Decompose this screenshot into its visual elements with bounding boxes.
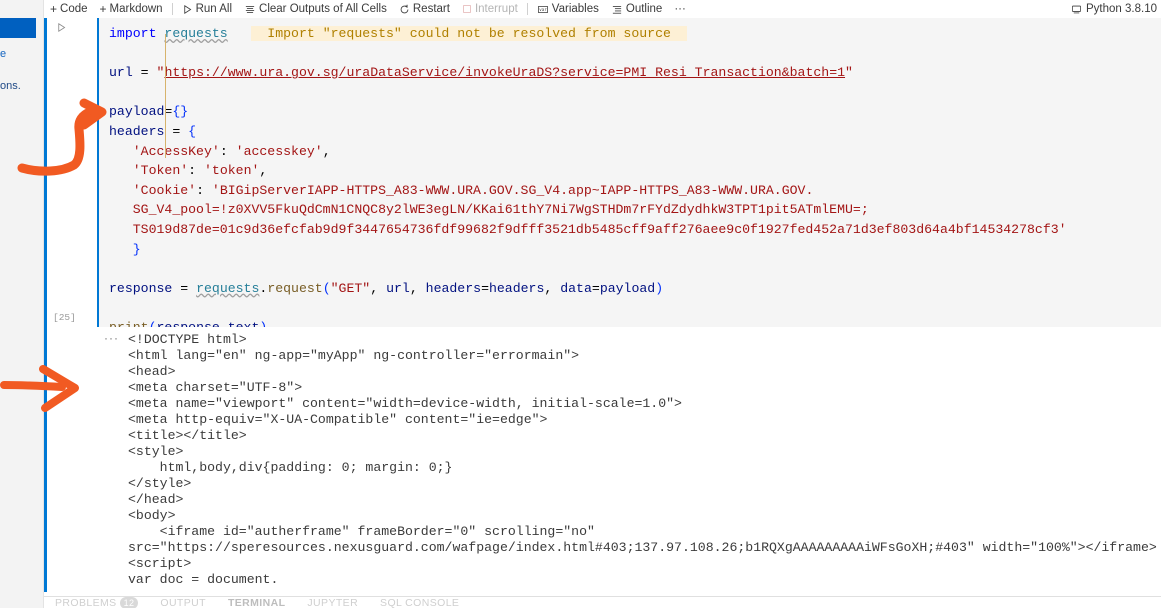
explorer-text-line-2: ons. (0, 80, 21, 92)
toolbar-outline-button[interactable]: Outline (605, 0, 668, 18)
toolbar-interrupt-button[interactable]: Interrupt (456, 0, 524, 18)
toolbar-clear-outputs-button[interactable]: Clear Outputs of All Cells (238, 0, 393, 18)
toolbar-interrupt-label: Interrupt (474, 3, 518, 15)
cell-output-area: ··· <!DOCTYPE html> <html lang="en" ng-a… (44, 327, 1161, 592)
kernel-selector[interactable]: Python 3.8.10 (1067, 3, 1161, 15)
toolbar-variables-button[interactable]: var Variables (531, 0, 605, 18)
toolbar-run-all-label: Run All (195, 3, 233, 15)
explorer-selected-item[interactable] (0, 18, 36, 38)
vscode-notebook-window: e ons. + Code + Markdown Run All Clear O… (0, 0, 1161, 608)
notebook-body: [25] import requests Import "requests" c… (44, 18, 1161, 608)
toolbar-restart-label: Restart (412, 3, 450, 15)
cell-output-text: <!DOCTYPE html> <html lang="en" ng-app="… (128, 332, 1157, 587)
panel-tab-terminal-label: TERMINAL (227, 597, 286, 608)
toolbar-add-markdown-button[interactable]: + Markdown (94, 0, 169, 18)
kernel-label: Python 3.8.10 (1086, 3, 1157, 15)
clear-icon (244, 4, 256, 15)
cell-source-code[interactable]: import requests Import "requests" could … (99, 24, 1161, 338)
toolbar-run-all-button[interactable]: Run All (176, 0, 238, 18)
panel-tab-sql-console-label: SQL CONSOLE (380, 597, 460, 608)
toolbar-add-markdown-label: Markdown (109, 3, 163, 15)
panel-tab-problems[interactable]: PROBLEMS 12 (44, 597, 149, 608)
kernel-icon (1071, 4, 1082, 15)
ellipsis-icon: ··· (674, 3, 686, 15)
run-cell-button[interactable] (53, 19, 69, 35)
notebook-toolbar: + Code + Markdown Run All Clear Outputs … (44, 0, 1161, 18)
panel-tab-jupyter[interactable]: JUPYTER (296, 597, 369, 608)
cell-gutter: [25] (47, 18, 84, 327)
svg-text:var: var (539, 7, 547, 12)
panel-tab-output[interactable]: OUTPUT (149, 597, 217, 608)
plus-icon: + (50, 2, 58, 16)
toolbar-restart-button[interactable]: Restart (393, 0, 456, 18)
play-icon (182, 4, 193, 15)
toolbar-divider (526, 3, 528, 15)
panel-tab-output-label: OUTPUT (160, 597, 206, 608)
plus-icon: + (99, 2, 107, 16)
notebook-code-cell[interactable]: [25] import requests Import "requests" c… (44, 18, 1161, 363)
toolbar-add-code-label: Code (60, 3, 88, 15)
left-explorer-strip: e ons. (0, 0, 44, 608)
cell-editor[interactable]: import requests Import "requests" could … (97, 18, 1161, 344)
bracket-guide (165, 34, 166, 158)
toolbar-variables-label: Variables (551, 3, 599, 15)
stop-icon (462, 4, 472, 14)
toolbar-outline-label: Outline (625, 3, 663, 15)
toolbar-clear-outputs-label: Clear Outputs of All Cells (259, 3, 387, 15)
output-more-actions-icon[interactable]: ··· (104, 331, 119, 345)
toolbar-add-code-button[interactable]: + Code (44, 0, 94, 18)
problems-count-badge: 12 (119, 597, 139, 608)
restart-icon (399, 4, 410, 15)
variables-icon: var (537, 4, 549, 15)
panel-tab-jupyter-label: JUPYTER (307, 597, 359, 608)
outline-icon (611, 4, 623, 15)
explorer-text-line-1: e (0, 48, 7, 60)
panel-tab-problems-label: PROBLEMS (55, 597, 117, 608)
toolbar-more-actions-button[interactable]: ··· (668, 0, 692, 18)
panel-tab-sql-console[interactable]: SQL CONSOLE (369, 597, 470, 608)
cell-execution-count: [25] (53, 312, 76, 323)
bottom-panel-tabs: PROBLEMS 12 OUTPUT TERMINAL JUPYTER SQL C… (44, 596, 1161, 608)
panel-tab-terminal[interactable]: TERMINAL (217, 597, 296, 608)
toolbar-divider (171, 3, 173, 15)
output-focus-indicator (44, 327, 47, 592)
